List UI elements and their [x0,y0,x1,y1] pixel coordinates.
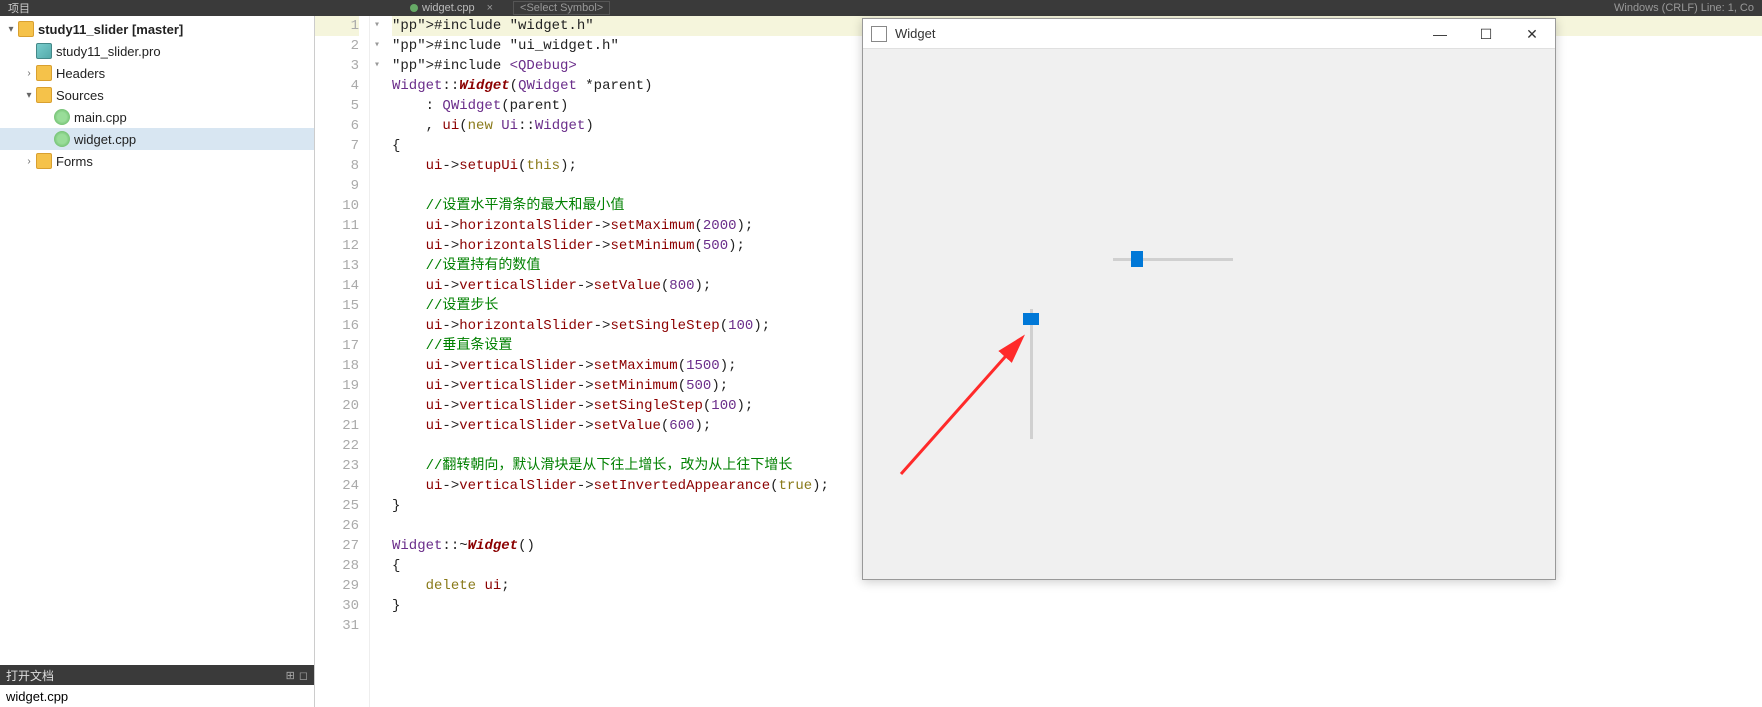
vertical-slider[interactable] [1021,309,1041,439]
chevron-down-icon[interactable]: ▾ [22,90,36,101]
symbol-combo[interactable]: <Select Symbol> [513,1,610,15]
folder-icon [18,21,34,37]
tree-sources[interactable]: ▾ Sources [0,84,314,106]
widget-title: Widget [895,26,935,41]
tree-headers-label: Headers [56,66,105,81]
widget-preview-window[interactable]: Widget — ☐ ✕ [862,18,1556,580]
line-number-gutter: 1234567891011121314151617181920212223242… [315,16,370,707]
tree-widget-cpp-label: widget.cpp [74,132,136,147]
tree-widget-cpp[interactable]: widget.cpp [0,128,314,150]
horizontal-slider[interactable] [1113,249,1233,269]
project-tree[interactable]: ▾ study11_slider [master] study11_slider… [0,16,314,665]
close-button[interactable]: ✕ [1509,19,1555,49]
folder-icon [36,65,52,81]
tree-main-cpp-label: main.cpp [74,110,127,125]
vslider-thumb[interactable] [1023,313,1039,325]
chevron-down-icon[interactable]: ▾ [4,24,18,35]
hslider-thumb[interactable] [1131,251,1143,267]
vslider-track [1030,309,1033,439]
tree-main-cpp[interactable]: main.cpp [0,106,314,128]
cpp-file-icon [54,109,70,125]
status-encoding: Windows (CRLF) Line: 1, Co [1614,2,1754,14]
widget-body [863,49,1555,579]
editor-tab-label: widget.cpp [422,2,475,14]
project-panel: ▾ study11_slider [master] study11_slider… [0,16,315,707]
folder-icon [36,87,52,103]
tree-root-label: study11_slider [master] [38,22,183,37]
split-icon[interactable]: ⊞ [286,669,295,682]
editor-tab[interactable]: widget.cpp × [410,2,493,14]
pro-file-icon [36,43,52,59]
open-docs-header: 打开文档 ⊞ ◻ [0,665,314,685]
chevron-right-icon[interactable]: › [22,68,36,79]
open-docs-item-label: widget.cpp [6,689,68,704]
tree-forms[interactable]: › Forms [0,150,314,172]
minimize-button[interactable]: — [1417,19,1463,49]
tree-headers[interactable]: › Headers [0,62,314,84]
projects-label: 项目 [8,0,30,16]
tree-forms-label: Forms [56,154,93,169]
folder-icon [36,153,52,169]
fold-column[interactable]: ▾ ▾ ▾ [370,16,384,707]
tree-pro-file[interactable]: study11_slider.pro [0,40,314,62]
cpp-file-icon [54,131,70,147]
maximize-button[interactable]: ☐ [1463,19,1509,49]
modified-dot-icon [410,4,418,12]
tree-pro-label: study11_slider.pro [56,44,161,59]
close-panel-icon[interactable]: ◻ [299,669,308,682]
tab-close-button[interactable]: × [487,2,493,14]
tree-sources-label: Sources [56,88,104,103]
ide-top-bar: 项目 widget.cpp × <Select Symbol> Windows … [0,0,1762,16]
open-docs-item[interactable]: widget.cpp [0,685,314,707]
widget-titlebar[interactable]: Widget — ☐ ✕ [863,19,1555,49]
chevron-right-icon[interactable]: › [22,156,36,167]
open-docs-title: 打开文档 [6,667,54,684]
tree-root[interactable]: ▾ study11_slider [master] [0,18,314,40]
app-icon [871,26,887,42]
